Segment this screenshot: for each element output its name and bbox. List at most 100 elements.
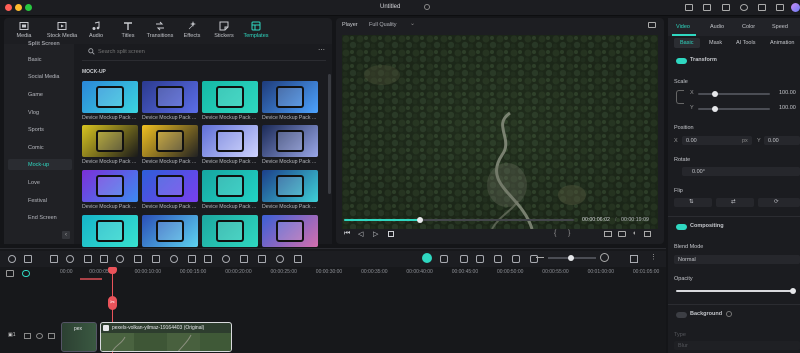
grid-view-icon[interactable] — [630, 255, 638, 263]
info-icon[interactable] — [424, 4, 430, 10]
video-preview[interactable] — [342, 35, 658, 229]
sidebar-item-sports[interactable]: Sports — [28, 127, 44, 133]
rotate-button[interactable]: ⟳ — [758, 198, 800, 207]
flip-horizontal-button[interactable]: ⇄ — [716, 198, 754, 207]
template-thumbnail[interactable] — [262, 170, 318, 202]
template-thumbnail[interactable] — [202, 215, 258, 247]
background-toggle[interactable] — [676, 312, 687, 318]
zoom-slider[interactable] — [548, 255, 596, 261]
mic-icon[interactable] — [476, 255, 484, 263]
sidebar-item-comic[interactable]: Comic — [28, 145, 44, 151]
time-ruler[interactable]: 00:00 00:00:05:00 00:00:10:00 00:00:15:00 00… — [60, 268, 666, 278]
subtab-ai-tools[interactable]: AI Tools — [736, 40, 755, 46]
quality-select[interactable]: Full Quality — [369, 22, 397, 28]
tool-effects[interactable]: Effects — [174, 20, 210, 42]
split-scissors-icon[interactable]: ✂ — [108, 296, 117, 310]
zoom-knob[interactable] — [568, 255, 574, 261]
tool-media[interactable]: Media — [6, 20, 42, 42]
play-icon[interactable]: ▷ — [373, 230, 378, 238]
display-icon[interactable] — [604, 231, 612, 237]
grid-icon[interactable] — [758, 4, 766, 11]
layout-icon[interactable] — [685, 4, 693, 11]
text-icon[interactable] — [134, 255, 142, 263]
voice-icon[interactable] — [460, 255, 468, 263]
undo-icon[interactable] — [50, 255, 58, 263]
sidebar-item-social-media[interactable]: Social Media — [28, 74, 60, 80]
speed-icon[interactable] — [152, 255, 160, 263]
keyframe-icon[interactable] — [258, 255, 266, 263]
subtab-mask[interactable]: Mask — [709, 40, 722, 46]
template-thumbnail[interactable] — [142, 215, 198, 247]
timeline-clip-main[interactable]: pexels-volkan-yilmaz-19164403 (Original) — [100, 322, 232, 352]
gift-icon[interactable] — [722, 4, 730, 11]
player-tab[interactable]: Player — [342, 22, 358, 28]
mark-in-icon[interactable]: { — [554, 230, 556, 237]
compositing-toggle[interactable] — [676, 224, 687, 230]
help-icon[interactable] — [726, 311, 732, 317]
template-thumbnail[interactable] — [262, 125, 318, 157]
crop-icon[interactable] — [116, 255, 124, 263]
position-y-field[interactable]: 0.00 — [764, 136, 800, 145]
redo-icon[interactable] — [66, 255, 74, 263]
position-x-field[interactable]: 0.00 px — [682, 136, 752, 145]
subtab-basic[interactable]: Basic — [680, 40, 693, 46]
timer-icon[interactable] — [204, 255, 212, 263]
scrollbar[interactable] — [328, 74, 331, 194]
marker-icon[interactable] — [494, 255, 502, 263]
sidebar-item-split-screen[interactable]: Split Screen — [28, 41, 60, 47]
sidebar-item-festival[interactable]: Festival — [28, 198, 47, 204]
timeline-clip-small[interactable]: pex — [61, 322, 97, 352]
template-thumbnail[interactable] — [202, 81, 258, 113]
template-thumbnail[interactable] — [82, 215, 138, 247]
track-folder-icon[interactable] — [24, 333, 31, 339]
sidebar-item-game[interactable]: Game — [28, 92, 43, 98]
scale-y-value[interactable]: 100.00 — [779, 105, 796, 111]
flip-vertical-button[interactable]: ⇅ — [674, 198, 712, 207]
blend-mode-select[interactable]: Normal — [674, 255, 800, 264]
tab-color[interactable]: Color — [742, 24, 755, 30]
template-thumbnail[interactable] — [262, 215, 318, 247]
tab-video[interactable]: Video — [676, 24, 690, 30]
tool-titles[interactable]: Titles — [110, 20, 146, 42]
pointer-tool-icon[interactable] — [8, 255, 16, 263]
template-thumbnail[interactable] — [82, 170, 138, 202]
sidebar-item-vlog[interactable]: Vlog — [28, 110, 39, 116]
step-back-icon[interactable]: ◁ — [358, 230, 363, 238]
template-thumbnail[interactable] — [202, 170, 258, 202]
audio-mix-icon[interactable] — [512, 255, 520, 263]
audio-icon[interactable] — [188, 255, 196, 263]
tab-audio[interactable]: Audio — [710, 24, 724, 30]
tab-speed[interactable]: Speed — [772, 24, 788, 30]
scale-x-value[interactable]: 100.00 — [779, 90, 796, 96]
template-thumbnail[interactable] — [82, 125, 138, 157]
camera-icon[interactable] — [618, 231, 626, 237]
template-thumbnail[interactable] — [142, 81, 198, 113]
cut-icon[interactable] — [100, 255, 108, 263]
mask-icon[interactable] — [222, 255, 230, 263]
progress-handle[interactable] — [416, 217, 423, 223]
volume-icon[interactable]: ◖ — [632, 230, 636, 237]
fullscreen-icon[interactable] — [703, 4, 711, 11]
opacity-knob[interactable] — [790, 288, 796, 294]
effects-icon[interactable] — [276, 255, 284, 263]
bell-icon[interactable] — [776, 4, 784, 11]
link-icon[interactable] — [676, 90, 684, 104]
minimize-window-button[interactable] — [15, 4, 22, 11]
scale-y-knob[interactable] — [712, 106, 718, 112]
play-timeline-icon[interactable] — [440, 255, 448, 263]
playhead-handle[interactable] — [108, 267, 117, 274]
track-lock-icon[interactable] — [48, 333, 55, 339]
zoom-in-icon[interactable] — [600, 253, 609, 262]
opacity-slider[interactable] — [676, 288, 796, 294]
type-select[interactable]: Blur — [674, 341, 800, 350]
template-thumbnail[interactable] — [262, 81, 318, 113]
stop-icon[interactable] — [388, 231, 394, 237]
mark-out-icon[interactable]: } — [568, 230, 570, 237]
progress-track[interactable] — [344, 217, 574, 223]
prev-frame-icon[interactable]: ⏮ — [344, 230, 350, 238]
template-thumbnail[interactable] — [202, 125, 258, 157]
sidebar-item-love[interactable]: Love — [28, 180, 40, 186]
sidebar-item-end-screen[interactable]: End Screen — [28, 215, 57, 221]
sidebar-item-mock-up[interactable]: Mock-up — [28, 162, 49, 168]
sidebar-item-basic[interactable]: Basic — [28, 57, 41, 63]
